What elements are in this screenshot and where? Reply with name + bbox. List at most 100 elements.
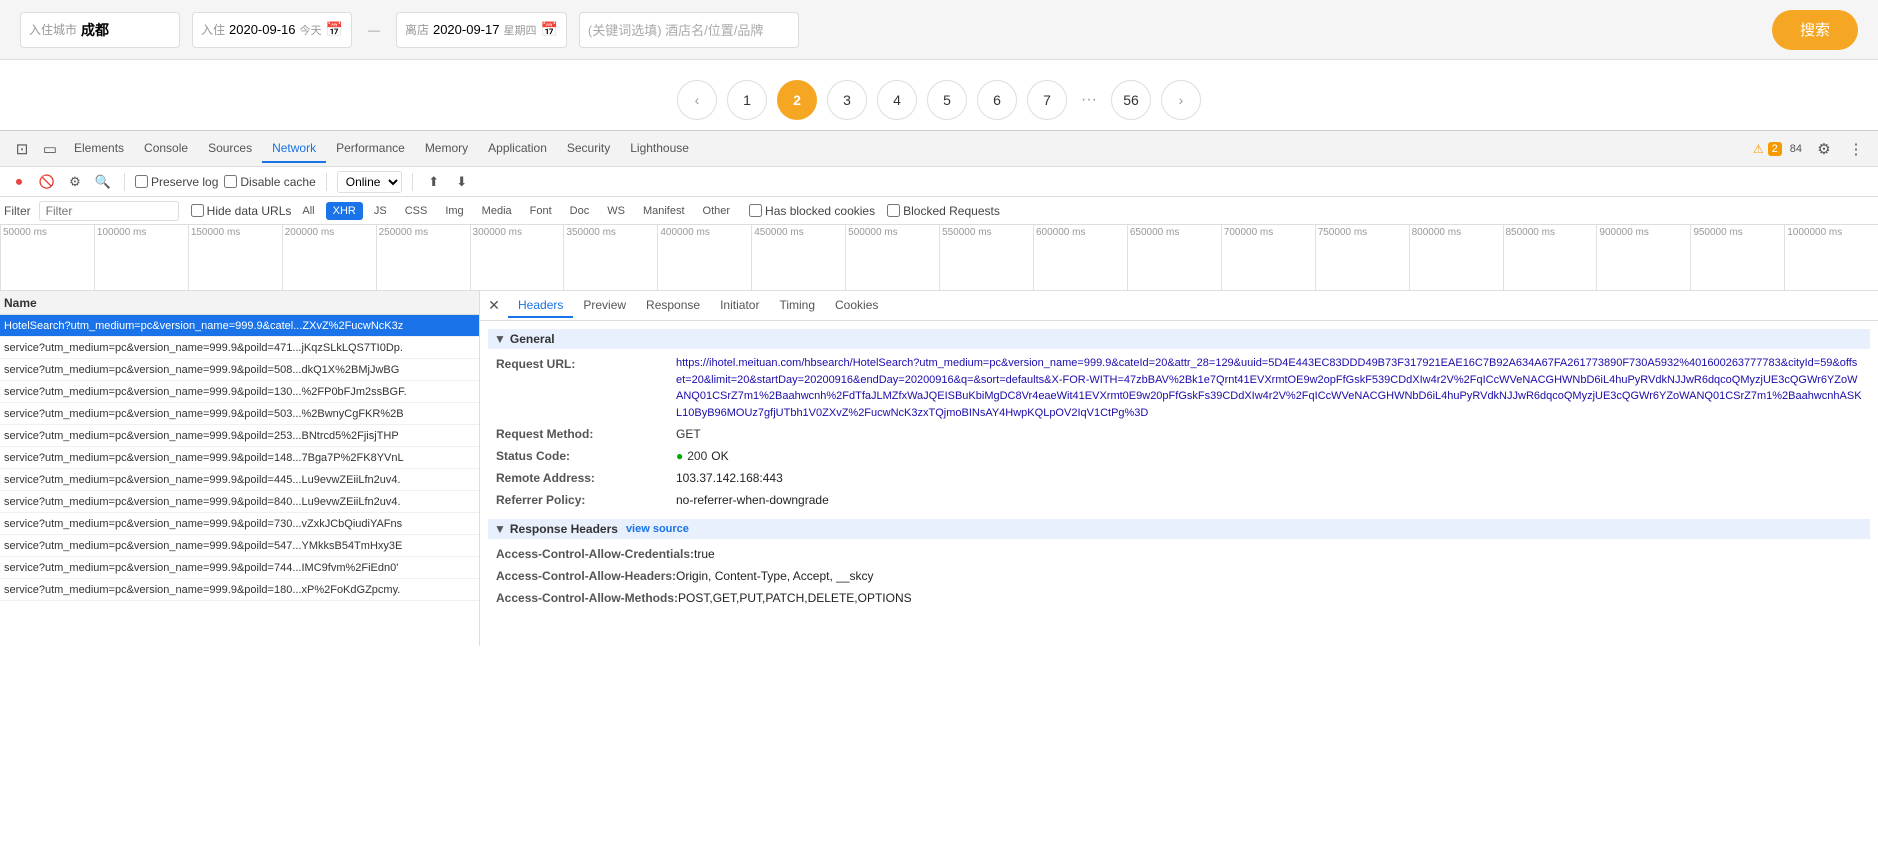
page-btn-3[interactable]: 3 (827, 80, 867, 120)
close-details-btn[interactable]: ✕ (484, 296, 504, 316)
details-tab-initiator[interactable]: Initiator (710, 294, 769, 318)
blocked-requests-checkbox[interactable] (887, 204, 900, 217)
tick-9: 500000 ms (845, 225, 939, 290)
referrer-policy-row: Referrer Policy: no-referrer-when-downgr… (488, 489, 1870, 511)
table-row[interactable]: service?utm_medium=pc&version_name=999.9… (0, 513, 479, 535)
page-btn-5[interactable]: 5 (927, 80, 967, 120)
inspect-icon[interactable]: ⊡ (8, 135, 36, 163)
access-methods-key: Access-Control-Allow-Methods: (496, 589, 678, 607)
disable-cache-checkbox[interactable] (224, 175, 237, 188)
tab-network[interactable]: Network (262, 135, 326, 163)
details-tab-cookies[interactable]: Cookies (825, 294, 888, 318)
tab-performance[interactable]: Performance (326, 135, 415, 163)
device-icon[interactable]: ▭ (36, 135, 64, 163)
request-name-5: service?utm_medium=pc&version_name=999.9… (4, 430, 475, 442)
divider-3 (412, 173, 413, 191)
table-row[interactable]: service?utm_medium=pc&version_name=999.9… (0, 469, 479, 491)
settings-icon[interactable]: ⚙ (1810, 135, 1838, 163)
details-panel: ✕ Headers Preview Response Initiator Tim… (480, 291, 1878, 646)
table-row[interactable]: service?utm_medium=pc&version_name=999.9… (0, 425, 479, 447)
checkout-day: 星期四 (503, 22, 536, 38)
table-row[interactable]: HotelSearch?utm_medium=pc&version_name=9… (0, 315, 479, 337)
upload-icon[interactable]: ⬆ (423, 171, 445, 193)
hide-data-urls-label[interactable]: Hide data URLs (191, 204, 292, 218)
table-row[interactable]: service?utm_medium=pc&version_name=999.9… (0, 491, 479, 513)
filter-img-btn[interactable]: Img (438, 202, 470, 220)
page-btn-7[interactable]: 7 (1027, 80, 1067, 120)
blocked-requests-label[interactable]: Blocked Requests (887, 204, 1000, 218)
filter-label: Filter (4, 204, 31, 218)
filter-other-btn[interactable]: Other (696, 202, 738, 220)
filter-all-btn[interactable]: All (295, 202, 321, 220)
request-list[interactable]: Name HotelSearch?utm_medium=pc&version_n… (0, 291, 480, 646)
details-tab-preview[interactable]: Preview (573, 294, 636, 318)
tab-security[interactable]: Security (557, 135, 620, 163)
table-row[interactable]: service?utm_medium=pc&version_name=999.9… (0, 557, 479, 579)
filter-input[interactable] (39, 201, 179, 221)
table-row[interactable]: service?utm_medium=pc&version_name=999.9… (0, 535, 479, 557)
response-headers-label: Response Headers (510, 522, 618, 536)
tab-sources[interactable]: Sources (198, 135, 262, 163)
next-page-btn[interactable]: › (1161, 80, 1201, 120)
table-row[interactable]: service?utm_medium=pc&version_name=999.9… (0, 381, 479, 403)
page-btn-4[interactable]: 4 (877, 80, 917, 120)
filter-css-btn[interactable]: CSS (398, 202, 435, 220)
filter-media-btn[interactable]: Media (475, 202, 519, 220)
prev-page-btn[interactable]: ‹ (677, 80, 717, 120)
preserve-log-label[interactable]: Preserve log (135, 175, 218, 189)
page-btn-56[interactable]: 56 (1111, 80, 1151, 120)
request-name-1: service?utm_medium=pc&version_name=999.9… (4, 342, 475, 354)
preserve-log-checkbox[interactable] (135, 175, 148, 188)
page-btn-6[interactable]: 6 (977, 80, 1017, 120)
devtools-right-icons: ⚠ 2 84 ⚙ ⋮ (1753, 135, 1870, 163)
checkout-date-field[interactable]: 离店 2020-09-17 星期四 📅 (396, 12, 567, 48)
table-row[interactable]: service?utm_medium=pc&version_name=999.9… (0, 447, 479, 469)
divider-1 (124, 173, 125, 191)
clear-icon[interactable]: 🚫 (36, 171, 58, 193)
filter-icon[interactable]: ⚙ (64, 171, 86, 193)
tick-19: 1000000 ms (1784, 225, 1878, 290)
filter-js-btn[interactable]: JS (367, 202, 394, 220)
page-btn-1[interactable]: 1 (727, 80, 767, 120)
details-tab-headers[interactable]: Headers (508, 294, 573, 318)
checkin-date-field[interactable]: 入住 2020-09-16 今天 📅 (192, 12, 352, 48)
filter-doc-btn[interactable]: Doc (563, 202, 597, 220)
tab-application[interactable]: Application (478, 135, 557, 163)
search-icon[interactable]: 🔍 (92, 171, 114, 193)
table-row[interactable]: service?utm_medium=pc&version_name=999.9… (0, 359, 479, 381)
has-blocked-checkbox[interactable] (749, 204, 762, 217)
table-row[interactable]: service?utm_medium=pc&version_name=999.9… (0, 403, 479, 425)
details-tab-timing[interactable]: Timing (769, 294, 825, 318)
download-icon[interactable]: ⬇ (451, 171, 473, 193)
table-row[interactable]: service?utm_medium=pc&version_name=999.9… (0, 337, 479, 359)
tick-3: 200000 ms (282, 225, 376, 290)
record-icon[interactable]: ⏺ (8, 171, 30, 193)
checkin-calendar-icon[interactable]: 📅 (326, 21, 343, 38)
filter-font-btn[interactable]: Font (523, 202, 559, 220)
tab-elements[interactable]: Elements (64, 135, 134, 163)
view-source-link[interactable]: view source (626, 523, 689, 535)
search-button[interactable]: 搜索 (1772, 10, 1858, 50)
checkout-calendar-icon[interactable]: 📅 (540, 21, 557, 38)
tab-console[interactable]: Console (134, 135, 198, 163)
more-icon[interactable]: ⋮ (1842, 135, 1870, 163)
keyword-field[interactable]: (关键词选填) 酒店名/位置/品牌 (579, 12, 799, 48)
filter-ws-btn[interactable]: WS (600, 202, 632, 220)
details-tab-response[interactable]: Response (636, 294, 710, 318)
filter-manifest-btn[interactable]: Manifest (636, 202, 692, 220)
checkin-city-field[interactable]: 入住城市 (20, 12, 180, 48)
table-row[interactable]: service?utm_medium=pc&version_name=999.9… (0, 579, 479, 601)
list-header: Name (0, 291, 479, 315)
filter-xhr-btn[interactable]: XHR (326, 202, 363, 220)
hide-data-urls-checkbox[interactable] (191, 204, 204, 217)
tab-memory[interactable]: Memory (415, 135, 478, 163)
general-section-header[interactable]: ▼ General (488, 329, 1870, 349)
has-blocked-label[interactable]: Has blocked cookies (749, 204, 875, 218)
request-method-key: Request Method: (496, 425, 676, 443)
checkin-city-input[interactable] (81, 22, 141, 38)
tab-lighthouse[interactable]: Lighthouse (620, 135, 699, 163)
page-btn-2[interactable]: 2 (777, 80, 817, 120)
disable-cache-label[interactable]: Disable cache (224, 175, 315, 189)
throttle-select[interactable]: Online (337, 171, 402, 193)
response-headers-section-header[interactable]: ▼ Response Headers view source (488, 519, 1870, 539)
